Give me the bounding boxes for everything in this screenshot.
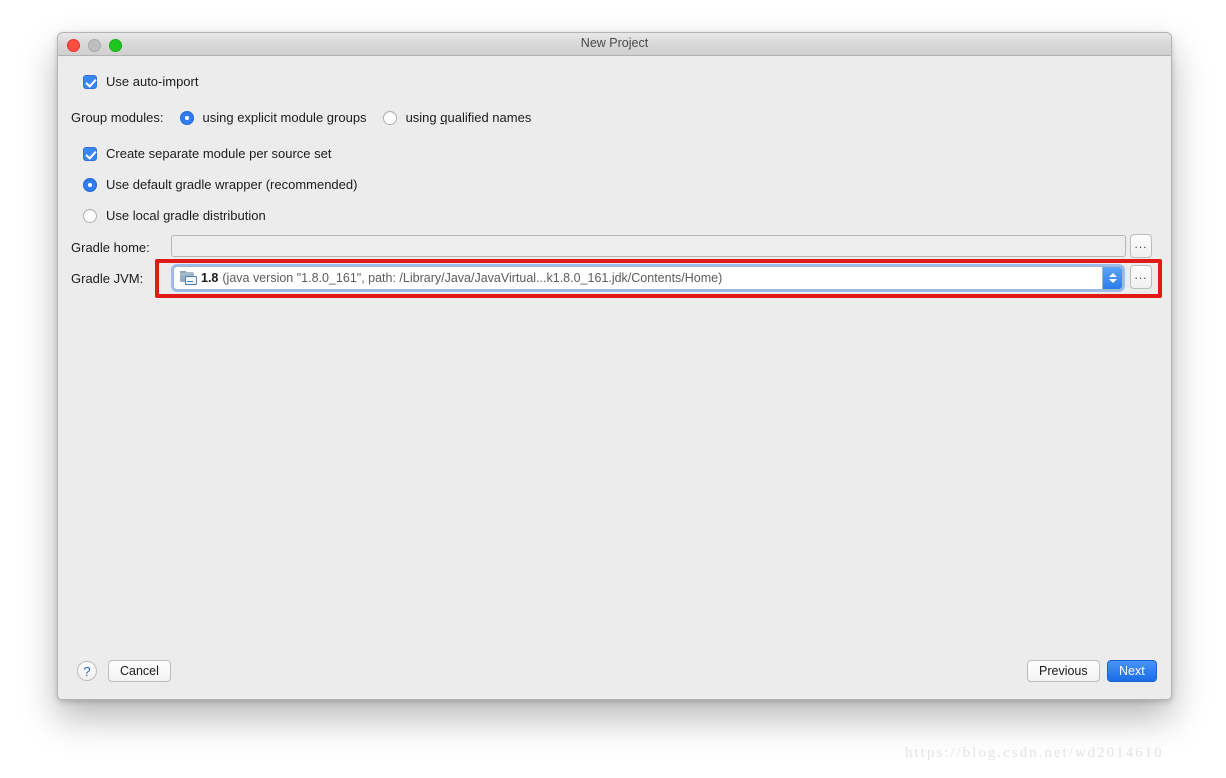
chevron-down-icon — [1108, 279, 1117, 283]
use-auto-import-label: Use auto-import — [106, 74, 199, 89]
use-local-gradle-distribution-row[interactable]: Use local gradle distribution — [83, 208, 266, 223]
using-qualified-names-label: using qualified names — [405, 110, 532, 125]
use-default-gradle-wrapper-row[interactable]: Use default gradle wrapper (recommended) — [83, 177, 357, 192]
next-button[interactable]: Next — [1107, 660, 1157, 682]
screenshot-root: New Project Use auto-import Group module… — [0, 0, 1226, 778]
group-modules-row: Group modules: using explicit module gro… — [71, 110, 531, 125]
gradle-home-browse-button[interactable]: ... — [1130, 234, 1152, 258]
help-button[interactable]: ? — [77, 661, 97, 681]
use-auto-import-row[interactable]: Use auto-import — [83, 74, 198, 89]
using-explicit-module-groups-label: using explicit module groups — [202, 110, 367, 125]
use-default-gradle-wrapper-label: Use default gradle wrapper (recommended) — [106, 177, 358, 192]
gradle-jvm-combobox[interactable]: 1.8 (java version "1.8.0_161", path: /Li… — [173, 266, 1123, 290]
use-auto-import-checkbox[interactable] — [83, 74, 97, 89]
gradle-home-label: Gradle home: — [71, 240, 150, 255]
use-local-gradle-distribution-label: Use local gradle distribution — [106, 208, 266, 223]
dialog-content: Use auto-import Group modules: using exp… — [58, 56, 1171, 699]
gradle-jvm-browse-button[interactable]: ... — [1130, 265, 1152, 289]
jdk-icon — [180, 271, 197, 285]
gradle-jvm-version: 1.8 — [201, 271, 219, 285]
radio-using-qualified-names[interactable] — [382, 110, 397, 125]
new-project-dialog: New Project Use auto-import Group module… — [57, 32, 1172, 700]
gradle-jvm-label: Gradle JVM: — [71, 271, 144, 286]
window-title: New Project — [580, 36, 649, 50]
window-titlebar[interactable]: New Project — [58, 33, 1171, 56]
previous-button[interactable]: Previous — [1027, 660, 1100, 682]
gradle-jvm-stepper-arrows-icon[interactable] — [1102, 267, 1122, 289]
use-local-gradle-distribution-radio[interactable] — [83, 208, 97, 223]
use-default-gradle-wrapper-radio[interactable] — [83, 177, 97, 192]
create-separate-module-checkbox[interactable] — [83, 146, 97, 161]
group-modules-label: Group modules: — [71, 110, 164, 125]
watermark-text: https://blog.csdn.net/wd2014610 — [905, 745, 1164, 761]
radio-using-explicit-module-groups[interactable] — [179, 110, 194, 125]
cancel-button[interactable]: Cancel — [108, 660, 171, 682]
gradle-jvm-selected-value: 1.8 (java version "1.8.0_161", path: /Li… — [174, 271, 1102, 285]
create-separate-module-row[interactable]: Create separate module per source set — [83, 146, 331, 161]
chevron-up-icon — [1108, 273, 1117, 277]
create-separate-module-label: Create separate module per source set — [106, 146, 332, 161]
gradle-jvm-details: (java version "1.8.0_161", path: /Librar… — [222, 271, 723, 285]
gradle-home-input[interactable] — [171, 235, 1126, 257]
